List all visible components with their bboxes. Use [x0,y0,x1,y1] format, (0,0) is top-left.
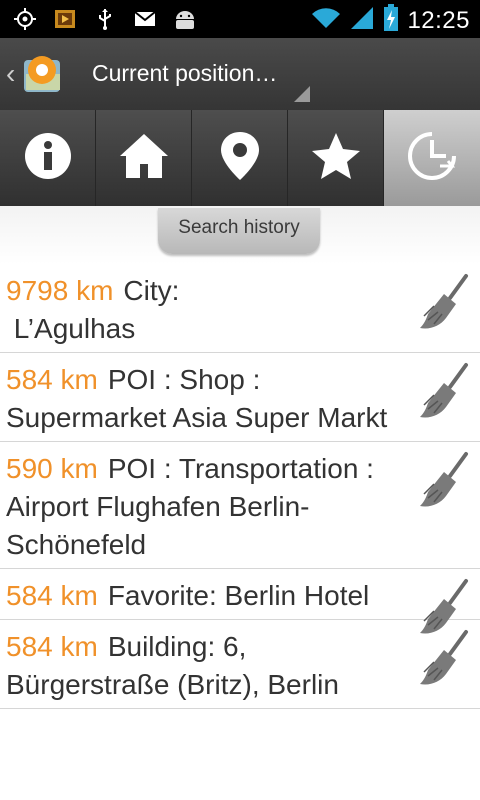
clear-broom-icon[interactable] [414,361,474,421]
tab-info[interactable] [0,110,96,206]
history-row[interactable]: 584 km POI : Shop : Supermarket Asia Supe… [0,353,480,442]
tab-location[interactable] [192,110,288,206]
gmail-icon [132,6,158,32]
section-title: Search history [158,208,320,254]
clock: 12:25 [407,6,470,34]
distance-label: 584 km [6,580,98,611]
clear-broom-icon[interactable] [414,628,474,688]
tab-favorites[interactable] [288,110,384,206]
distance-label: 584 km [6,364,98,395]
media-icon [52,6,78,32]
home-icon [118,132,170,185]
history-description: Favorite: Berlin Hotel [107,580,370,611]
map-pin-icon [220,131,260,186]
distance-label: 9798 km [6,275,114,306]
osmand-app-icon[interactable] [20,52,64,96]
tab-history[interactable] [384,110,480,206]
signal-icon [349,5,375,36]
info-icon [24,132,72,185]
clear-broom-icon[interactable] [414,450,474,510]
gps-icon [12,6,38,32]
clear-broom-icon[interactable] [414,272,474,332]
notification-icons [12,6,198,32]
system-status: 12:25 [311,4,470,37]
up-chevron-icon[interactable]: ‹ [6,58,15,90]
wifi-icon [311,6,341,35]
history-list: 9798 km City: L’Agulhas 584 km POI : Shop :… [0,264,480,709]
history-icon [406,130,458,187]
distance-label: 590 km [6,453,98,484]
history-row[interactable]: 590 km POI : Transportation : Airport Flu… [0,442,480,569]
dropdown-indicator-icon [294,86,310,107]
distance-label: 584 km [6,631,98,662]
tab-bar [0,110,480,206]
action-bar: ‹ Current position… [0,38,480,110]
usb-icon [92,6,118,32]
battery-charging-icon [383,4,399,37]
history-row[interactable]: 584 km Building: 6, Bürgerstraße (Britz),… [0,620,480,709]
status-bar: 12:25 [0,0,480,38]
action-bar-title[interactable]: Current position… [92,60,277,87]
android-icon [172,6,198,32]
history-row[interactable]: 584 km Favorite: Berlin Hotel [0,569,480,634]
tab-home[interactable] [96,110,192,206]
history-row[interactable]: 9798 km City: L’Agulhas [0,264,480,353]
star-icon [311,132,361,185]
